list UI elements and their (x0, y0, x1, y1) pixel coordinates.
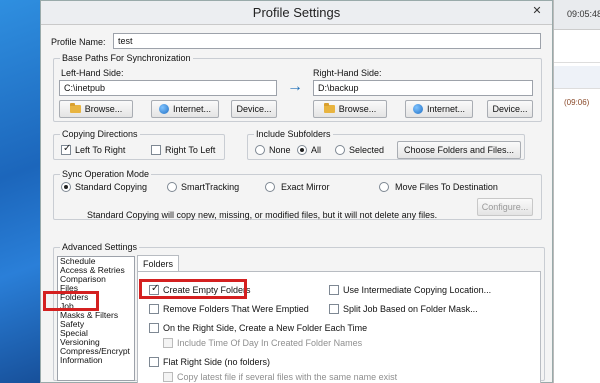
create-empty-highlight-box (139, 279, 247, 299)
new-folder-each-time-label: On the Right Side, Create a New Folder E… (163, 323, 368, 333)
sync-mode-title: Sync Operation Mode (60, 169, 152, 179)
right-internet-button[interactable]: Internet... (405, 100, 473, 118)
sync-direction-arrow-icon: → (287, 78, 303, 95)
right-device-button[interactable]: Device... (487, 100, 533, 118)
flat-right-side-checkbox[interactable] (149, 357, 159, 367)
copy-latest-checkbox[interactable] (163, 372, 173, 382)
right-side-label: Right-Hand Side: (313, 68, 382, 78)
folder-icon (69, 103, 81, 113)
folders-highlight-box (43, 291, 99, 311)
right-browse-button[interactable]: Browse... (313, 100, 387, 118)
choose-folders-button[interactable]: Choose Folders and Files... (397, 141, 521, 159)
profile-settings-dialog: Profile Settings ✕ Profile Name: test Ba… (40, 0, 553, 383)
globe-icon (412, 104, 423, 114)
configure-button[interactable]: Configure... (477, 198, 533, 216)
include-subfolders-title: Include Subfolders (254, 129, 333, 139)
copying-directions-title: Copying Directions (60, 129, 140, 139)
exact-mirror-label: Exact Mirror (281, 182, 330, 192)
split-job-checkbox[interactable] (329, 304, 339, 314)
left-internet-button[interactable]: Internet... (151, 100, 219, 118)
intermediate-location-label: Use Intermediate Copying Location... (343, 285, 492, 295)
standard-copying-label: Standard Copying (75, 182, 148, 192)
include-time-checkbox[interactable] (163, 338, 173, 348)
right-browse-label: Browse... (338, 104, 377, 114)
advanced-settings-title: Advanced Settings (60, 242, 140, 252)
subfolders-none-label: None (269, 145, 291, 155)
intermediate-location-checkbox[interactable] (329, 285, 339, 295)
left-to-right-checkbox[interactable] (61, 143, 71, 155)
base-paths-title: Base Paths For Synchronization (60, 53, 193, 63)
desktop-background (0, 0, 40, 383)
globe-icon (158, 104, 169, 114)
background-app-time-mid: (09:06) (564, 98, 590, 107)
title-bar: Profile Settings ✕ (41, 1, 552, 25)
window-title: Profile Settings (252, 5, 341, 20)
subfolders-selected-radio[interactable] (335, 145, 345, 155)
close-icon[interactable]: ✕ (528, 4, 546, 20)
new-folder-each-time-checkbox[interactable] (149, 323, 159, 333)
left-to-right-label: Left To Right (75, 145, 126, 155)
split-job-label: Split Job Based on Folder Mask... (343, 304, 478, 314)
folder-icon (323, 103, 335, 113)
left-browse-button[interactable]: Browse... (59, 100, 133, 118)
remove-emptied-checkbox[interactable] (149, 304, 159, 314)
background-app-time: 09:05:48 (554, 0, 600, 30)
right-path-input[interactable]: D:\backup (313, 80, 533, 96)
background-app-divider (554, 62, 600, 63)
profile-name-input[interactable]: test (113, 33, 541, 49)
sync-mode-description: Standard Copying will copy new, missing,… (87, 210, 438, 220)
left-path-input[interactable]: C:\inetpub (59, 80, 277, 96)
left-device-button[interactable]: Device... (231, 100, 277, 118)
right-to-left-label: Right To Left (165, 145, 216, 155)
subfolders-all-label: All (311, 145, 322, 155)
standard-copying-radio[interactable] (61, 182, 71, 192)
remove-emptied-label: Remove Folders That Were Emptied (163, 304, 309, 314)
background-app-window: 09:05:48 (09:06) (553, 0, 600, 383)
advanced-categories-list: Schedule Access & Retries Comparison Fil… (57, 256, 135, 381)
copy-latest-label: Copy latest file if several files with t… (177, 372, 398, 382)
left-side-label: Left-Hand Side: (61, 68, 124, 78)
subfolders-selected-label: Selected (349, 145, 385, 155)
background-app-highlight-row (554, 66, 600, 88)
background-app-divider (554, 88, 600, 89)
right-internet-label: Internet... (426, 104, 466, 114)
smarttracking-radio[interactable] (167, 182, 177, 192)
move-files-radio[interactable] (379, 182, 389, 192)
tab-folders[interactable]: Folders (137, 255, 179, 272)
left-browse-label: Browse... (84, 104, 123, 114)
smarttracking-label: SmartTracking (181, 182, 240, 192)
left-internet-label: Internet... (172, 104, 212, 114)
profile-name-label: Profile Name: (51, 37, 106, 47)
right-to-left-checkbox[interactable] (151, 145, 161, 155)
exact-mirror-radio[interactable] (265, 182, 275, 192)
subfolders-all-radio[interactable] (297, 145, 307, 155)
subfolders-none-radio[interactable] (255, 145, 265, 155)
move-files-label: Move Files To Destination (395, 182, 498, 192)
include-time-label: Include Time Of Day In Created Folder Na… (177, 338, 363, 348)
category-information[interactable]: Information (58, 356, 134, 365)
flat-right-side-label: Flat Right Side (no folders) (163, 357, 271, 367)
